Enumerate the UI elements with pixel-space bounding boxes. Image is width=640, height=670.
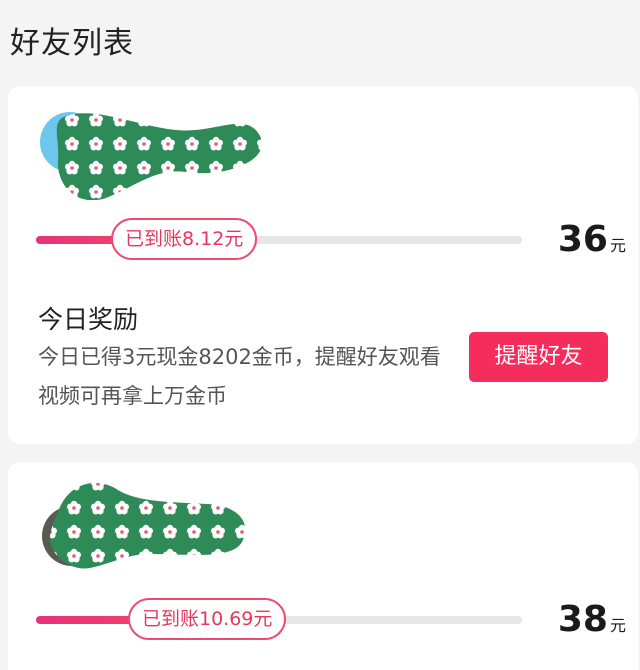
- avatar[interactable]: [38, 472, 253, 572]
- avatar[interactable]: [36, 108, 266, 201]
- reward-description: 今日已得3元现金8202金币，提醒好友观看视频可再拿上万金币: [38, 345, 441, 408]
- amount-total: 36 元: [557, 219, 626, 260]
- progress-row: 已到账10.69元 38 元: [36, 596, 626, 644]
- remind-friend-button[interactable]: 提醒好友: [469, 332, 608, 382]
- progress-label: 已到账8.12元: [111, 218, 258, 260]
- friend-card: 已到账8.12元 36 元 今日奖励 今日已得3元现金8202金币，提醒好友观看视…: [8, 86, 638, 444]
- page-title: 好友列表: [10, 26, 134, 61]
- friend-card: 已到账10.69元 38 元: [8, 462, 638, 670]
- reward-title: 今日奖励: [38, 305, 139, 334]
- privacy-mask: [56, 113, 262, 201]
- amount-total: 38 元: [557, 599, 626, 640]
- progress-track: [36, 236, 522, 244]
- progress-label: 已到账10.69元: [128, 598, 287, 640]
- privacy-mask: [49, 482, 246, 569]
- progress-row: 已到账8.12元 36 元: [36, 216, 626, 264]
